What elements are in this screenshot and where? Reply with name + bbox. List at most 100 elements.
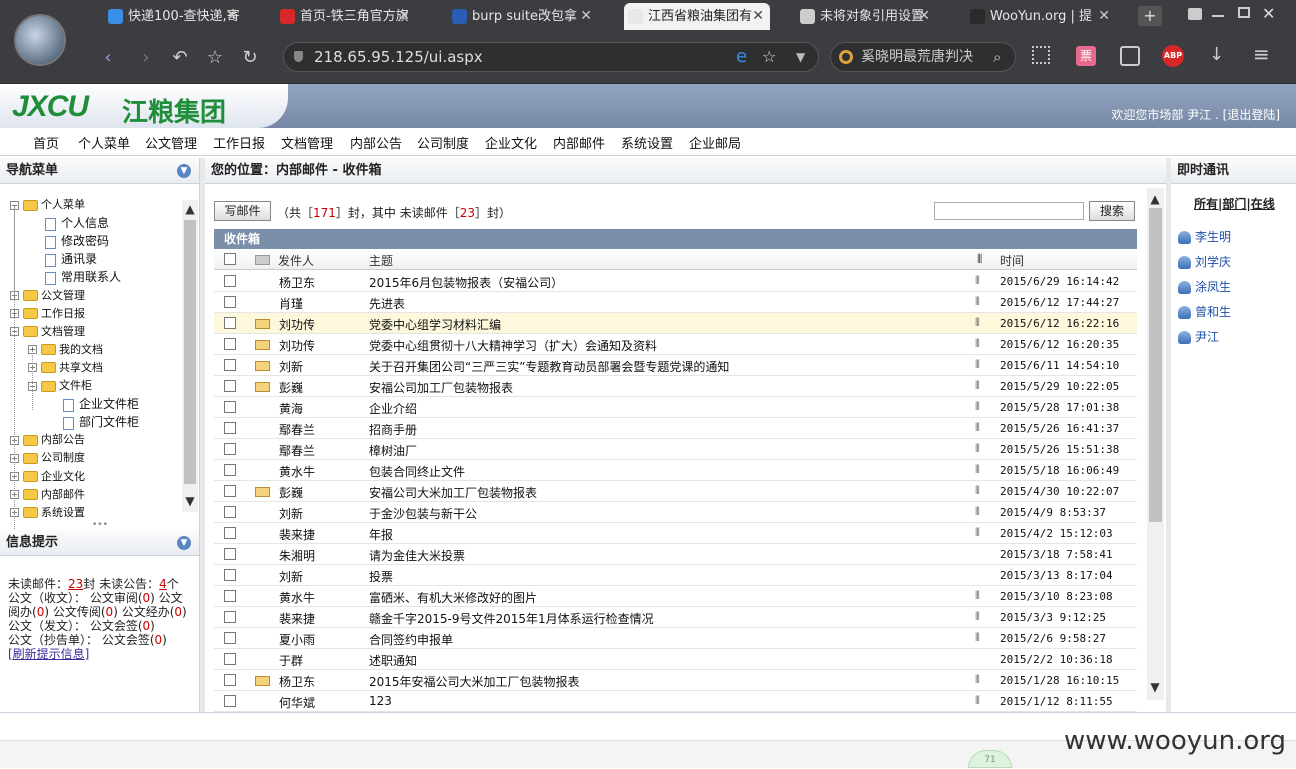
tree-item[interactable]: + 公文管理 xyxy=(10,287,85,303)
mail-subject[interactable]: 2015年6月包装物报表（安福公司） xyxy=(369,274,563,291)
left-splitter[interactable] xyxy=(200,158,205,712)
main-scroll-thumb[interactable] xyxy=(1149,208,1162,522)
nav-item[interactable]: 系统设置 xyxy=(621,133,673,152)
menu-icon[interactable]: ≡ xyxy=(1253,42,1270,66)
main-scroll-up-icon[interactable]: ▲ xyxy=(1147,192,1163,206)
row-checkbox[interactable] xyxy=(224,464,236,476)
copy-countersign-count[interactable]: 0 xyxy=(155,633,163,647)
welcome-text[interactable]: 欢迎您市场部 尹江 . [退出登陆] xyxy=(1111,106,1280,123)
sidebar-scrollbar[interactable]: ▲ ▼ xyxy=(182,200,198,512)
row-checkbox[interactable] xyxy=(224,590,236,602)
resize-grip-icon[interactable]: ••• xyxy=(92,520,108,530)
contact-item[interactable]: 曾和生 xyxy=(1178,303,1231,320)
right-splitter[interactable] xyxy=(1166,158,1171,712)
refresh-link[interactable]: [刷新提示信息] xyxy=(8,647,89,661)
tab-close-icon[interactable]: ✕ xyxy=(398,3,410,30)
mail-row[interactable]: 黄水牛 包装合同终止文件 ⦀ 2015/5/18 16:06:49 xyxy=(214,460,1137,481)
ie-icon[interactable]: e xyxy=(736,43,747,71)
mail-subject[interactable]: 先进表 xyxy=(369,295,405,312)
mail-subject[interactable]: 安福公司大米加工厂包装物报表 xyxy=(369,484,537,501)
nav-item[interactable]: 企业邮局 xyxy=(689,133,741,152)
mail-row[interactable]: 何华斌 123 ⦀ 2015/1/12 8:11:55 xyxy=(214,691,1137,712)
row-checkbox[interactable] xyxy=(224,338,236,350)
row-checkbox[interactable] xyxy=(224,569,236,581)
row-checkbox[interactable] xyxy=(224,317,236,329)
avatar[interactable] xyxy=(14,14,66,66)
nav-item[interactable]: 工作日报 xyxy=(213,133,265,152)
reader-icon[interactable] xyxy=(1120,46,1140,66)
apps-grid-icon[interactable] xyxy=(1032,46,1050,64)
tree-item[interactable]: 通讯录 xyxy=(28,250,97,267)
mail-row[interactable]: 肖瑾 先进表 ⦀ 2015/6/12 17:44:27 xyxy=(214,292,1137,313)
mail-row[interactable]: 鄢春兰 樟树油厂 ⦀ 2015/5/26 15:51:38 xyxy=(214,439,1137,460)
row-checkbox[interactable] xyxy=(224,632,236,644)
restore-icon[interactable] xyxy=(1238,7,1250,18)
row-checkbox[interactable] xyxy=(224,296,236,308)
mail-row[interactable]: 杨卫东 2015年安福公司大米加工厂包装物报表 ⦀ 2015/1/28 16:10:1… xyxy=(214,670,1137,691)
mail-subject[interactable]: 请为金佳大米投票 xyxy=(369,547,465,564)
col-sender[interactable]: 发件人 xyxy=(278,252,314,269)
row-checkbox[interactable] xyxy=(224,548,236,560)
nav-item[interactable]: 内部邮件 xyxy=(553,133,605,152)
circulate-count[interactable]: 0 xyxy=(106,605,114,619)
mail-row[interactable]: 黄海 企业介绍 ⦀ 2015/5/28 17:01:38 xyxy=(214,397,1137,418)
main-scroll-down-icon[interactable]: ▼ xyxy=(1147,680,1163,694)
mail-subject[interactable]: 党委中心组贯彻十八大精神学习（扩大）会通知及资料 xyxy=(369,337,657,354)
tree-item[interactable]: + 工作日报 xyxy=(10,305,85,321)
mail-subject[interactable]: 述职通知 xyxy=(369,652,417,669)
tab-close-icon[interactable]: ✕ xyxy=(918,3,930,30)
mail-row[interactable]: 裴来捷 赣金千字2015-9号文件2015年1月体系运行检查情况 ⦀ 2015/3/3… xyxy=(214,607,1137,628)
browser-tab[interactable]: 快递100-查快递,寄 ✕ xyxy=(104,3,244,30)
back-icon[interactable]: ‹ xyxy=(94,44,122,72)
mail-subject[interactable]: 2015年安福公司大米加工厂包装物报表 xyxy=(369,673,580,690)
dropdown-icon[interactable]: ▼ xyxy=(796,43,805,71)
shirt-icon[interactable] xyxy=(1188,8,1202,20)
browser-tab[interactable]: burp suite改包拿 ✕ xyxy=(448,3,598,30)
mail-subject[interactable]: 赣金千字2015-9号文件2015年1月体系运行检查情况 xyxy=(369,610,654,627)
select-all-checkbox[interactable] xyxy=(224,253,236,265)
row-checkbox[interactable] xyxy=(224,653,236,665)
scroll-up-icon[interactable]: ▲ xyxy=(182,202,198,216)
minimize-icon[interactable] xyxy=(1212,15,1224,17)
undo-icon[interactable]: ↶ xyxy=(166,44,194,72)
mail-subject[interactable]: 包装合同终止文件 xyxy=(369,463,465,480)
process-count[interactable]: 0 xyxy=(174,605,182,619)
mail-row[interactable]: 黄水牛 富硒米、有机大米修改好的图片 ⦀ 2015/3/10 8:23:08 xyxy=(214,586,1137,607)
mail-row[interactable]: 朱湘明 请为金佳大米投票 2015/3/18 7:58:41 xyxy=(214,544,1137,565)
new-tab-button[interactable]: + xyxy=(1138,6,1162,26)
col-subject[interactable]: 主题 xyxy=(369,252,393,269)
mail-row[interactable]: 裴来捷 年报 ⦀ 2015/4/2 15:12:03 xyxy=(214,523,1137,544)
contact-item[interactable]: 涂凤生 xyxy=(1178,278,1231,295)
row-checkbox[interactable] xyxy=(224,506,236,518)
browser-tab[interactable]: 未将对象引用设置 ✕ xyxy=(796,3,936,30)
tree-item[interactable]: − 文档管理 xyxy=(10,323,85,339)
mail-row[interactable]: 刘新 于金沙包装与新干公 ⦀ 2015/4/9 8:53:37 xyxy=(214,502,1137,523)
row-checkbox[interactable] xyxy=(224,401,236,413)
mail-row[interactable]: 彭巍 安福公司加工厂包装物报表 ⦀ 2015/5/29 10:22:05 xyxy=(214,376,1137,397)
tree-item[interactable]: − 文件柜 xyxy=(28,377,92,393)
row-checkbox[interactable] xyxy=(224,695,236,707)
tree-item[interactable]: − 个人菜单 xyxy=(10,196,85,212)
col-time[interactable]: 时间 xyxy=(1000,252,1024,269)
row-checkbox[interactable] xyxy=(224,611,236,623)
tree-item[interactable]: + 企业文化 xyxy=(10,468,85,484)
mail-row[interactable]: 刘功传 党委中心组贯彻十八大精神学习（扩大）会通知及资料 ⦀ 2015/6/12 16… xyxy=(214,334,1137,355)
sidebar-scroll-thumb[interactable] xyxy=(184,220,196,484)
mail-subject[interactable]: 合同签约申报单 xyxy=(369,631,453,648)
forward-icon[interactable]: › xyxy=(132,44,160,72)
close-window-icon[interactable]: ✕ xyxy=(1262,4,1275,23)
mail-row[interactable]: 鄢春兰 招商手册 ⦀ 2015/5/26 16:41:37 xyxy=(214,418,1137,439)
row-checkbox[interactable] xyxy=(224,380,236,392)
contact-item[interactable]: 李生明 xyxy=(1178,228,1231,245)
download-icon[interactable]: ↓ xyxy=(1209,44,1224,65)
mail-row[interactable]: 刘功传 党委中心组学习材料汇编 ⦀ 2015/6/12 16:22:16 xyxy=(214,313,1137,334)
mail-subject[interactable]: 党委中心组学习材料汇编 xyxy=(369,316,501,333)
browser-search-input[interactable]: 奚晓明最荒唐判决 ⌕ xyxy=(830,42,1016,72)
nav-item[interactable]: 内部公告 xyxy=(350,133,402,152)
tree-item[interactable]: + 我的文档 xyxy=(28,341,103,357)
mail-subject[interactable]: 招商手册 xyxy=(369,421,417,438)
tree-item[interactable]: 个人信息 xyxy=(28,214,109,231)
scroll-down-icon[interactable]: ▼ xyxy=(182,494,198,508)
mail-subject[interactable]: 企业介绍 xyxy=(369,400,417,417)
nav-item[interactable]: 个人菜单 xyxy=(78,133,130,152)
